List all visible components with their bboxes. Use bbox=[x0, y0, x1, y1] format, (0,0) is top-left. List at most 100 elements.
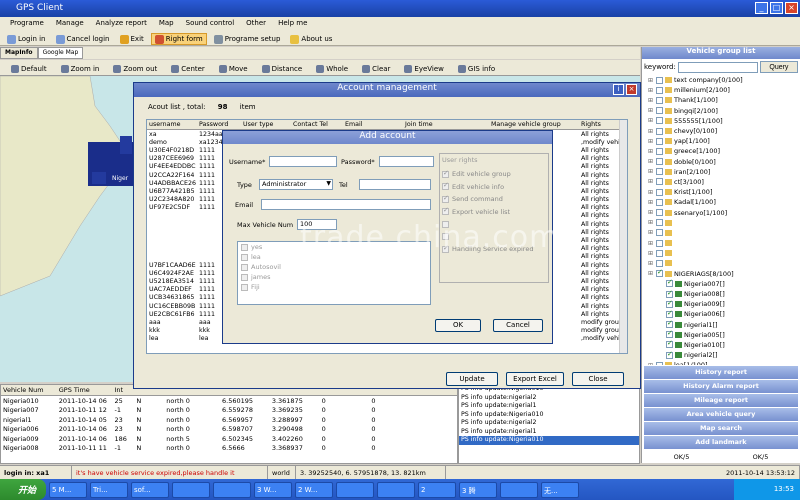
tree-checkbox[interactable] bbox=[656, 219, 663, 227]
menu-item-1[interactable]: Manage bbox=[56, 19, 84, 31]
maximize-icon[interactable]: □ bbox=[770, 2, 783, 14]
tree-checkbox[interactable] bbox=[666, 309, 673, 318]
tree-node[interactable]: ⊞ Thank[1/100] bbox=[648, 95, 800, 105]
type-select[interactable]: Administrator ▼ bbox=[259, 179, 333, 190]
side-button-5[interactable]: Add landmark bbox=[644, 436, 798, 449]
tree-checkbox[interactable] bbox=[666, 350, 673, 359]
vehicle-group-option[interactable]: Fiji bbox=[238, 282, 430, 292]
tree-checkbox[interactable] bbox=[656, 239, 663, 247]
tree-node[interactable]: nigerial1[] bbox=[648, 319, 800, 330]
taskbar-item[interactable]: sof... bbox=[131, 481, 169, 498]
tree-node[interactable]: ⊞ millenium[2/100] bbox=[648, 85, 800, 95]
log-line[interactable]: PS info update:nigerial1 bbox=[459, 402, 639, 411]
taskbar-item[interactable] bbox=[377, 481, 415, 498]
tree-checkbox[interactable] bbox=[656, 158, 663, 166]
taskbar-item[interactable]: 5 M... bbox=[49, 481, 87, 498]
column-header[interactable]: Rights bbox=[579, 121, 621, 128]
tree-node[interactable]: ⊞ text company[0/100] bbox=[648, 75, 800, 85]
column-header[interactable]: Email bbox=[343, 121, 403, 128]
taskbar-item[interactable]: 2 W... bbox=[295, 481, 333, 498]
menu-item-5[interactable]: Other bbox=[246, 19, 266, 31]
expand-icon[interactable]: ⊞ bbox=[648, 168, 654, 175]
menu-item-3[interactable]: Map bbox=[159, 19, 174, 31]
map-tool-3[interactable]: Center bbox=[168, 62, 208, 75]
log-line[interactable]: PS info update:nigerial1 bbox=[459, 428, 639, 437]
map-tool-8[interactable]: EyeView bbox=[401, 62, 446, 75]
tree-node[interactable]: ⊞ Kadal[1/100] bbox=[648, 197, 800, 207]
tree-checkbox[interactable] bbox=[656, 209, 663, 217]
map-tool-0[interactable]: Default bbox=[8, 62, 50, 75]
tree-node[interactable]: ⊞ bbox=[648, 218, 800, 228]
toolbar-button-4[interactable]: Programe setup bbox=[211, 33, 284, 45]
tree-checkbox[interactable] bbox=[656, 147, 663, 155]
tree-checkbox[interactable] bbox=[666, 329, 673, 339]
menu-item-2[interactable]: Analyze report bbox=[96, 19, 147, 31]
side-button-2[interactable]: Mileage report bbox=[644, 394, 798, 407]
column-header[interactable]: Password bbox=[197, 121, 241, 128]
expand-icon[interactable]: ⊞ bbox=[648, 270, 654, 277]
map-tool-6[interactable]: Whole bbox=[313, 62, 351, 75]
group-checkbox[interactable] bbox=[241, 283, 248, 291]
menu-item-4[interactable]: Sound control bbox=[186, 19, 235, 31]
tree-checkbox[interactable] bbox=[656, 198, 663, 206]
tree-checkbox[interactable] bbox=[656, 229, 663, 237]
table-row[interactable]: Nigeria010 2011-10-14 06 25 Nnorth 0 6.56019… bbox=[1, 396, 457, 406]
map-tool-5[interactable]: Distance bbox=[259, 62, 306, 75]
password-input[interactable] bbox=[379, 156, 434, 167]
tree-node[interactable]: ⊞ iran[2/100] bbox=[648, 167, 800, 177]
expand-icon[interactable]: ⊞ bbox=[648, 240, 654, 247]
tree-node[interactable]: ⊞ bbox=[648, 248, 800, 258]
help-icon[interactable]: i bbox=[613, 84, 624, 95]
tree-checkbox[interactable] bbox=[666, 299, 673, 308]
expand-icon[interactable]: ⊞ bbox=[648, 219, 654, 226]
column-header[interactable]: Manage vehicle group bbox=[489, 121, 579, 128]
tree-checkbox[interactable] bbox=[656, 178, 663, 186]
ok-button[interactable]: OK bbox=[435, 319, 481, 332]
expand-icon[interactable]: ⊞ bbox=[648, 117, 654, 124]
table-row[interactable]: Nigeria007 2011-10-11 12 -1 Nnorth 0 6.55927… bbox=[1, 406, 457, 416]
expand-icon[interactable]: ⊞ bbox=[648, 250, 654, 257]
taskbar-item[interactable] bbox=[172, 481, 210, 498]
column-header[interactable]: username bbox=[147, 121, 197, 128]
tree-node[interactable]: ⊞ ct[3/100] bbox=[648, 177, 800, 187]
tree-node[interactable]: ⊞ bbox=[648, 258, 800, 268]
toolbar-button-3[interactable]: Right form bbox=[150, 33, 207, 45]
expand-icon[interactable]: ⊞ bbox=[648, 209, 654, 216]
tree-node[interactable]: ⊞ Krist[1/100] bbox=[648, 187, 800, 197]
column-header[interactable]: User type bbox=[241, 121, 291, 128]
log-line[interactable]: PS info update:nigerial2 bbox=[459, 394, 639, 403]
tab-map-0[interactable]: MapInfo bbox=[0, 47, 38, 59]
tree-node[interactable]: ⊞ yap[1/100] bbox=[648, 136, 800, 146]
right-checkbox[interactable] bbox=[442, 181, 449, 191]
tree-checkbox[interactable] bbox=[656, 117, 663, 125]
map-tool-1[interactable]: Zoom in bbox=[58, 62, 103, 75]
side-button-0[interactable]: History report bbox=[644, 366, 798, 379]
tree-checkbox[interactable] bbox=[656, 259, 663, 267]
tree-node[interactable]: ⊞ lea[1/100] bbox=[648, 360, 800, 365]
taskbar-item[interactable]: 无... bbox=[541, 481, 579, 498]
table-row[interactable]: nigerial1 2011-10-14 05 23 Nnorth 0 6.569957… bbox=[1, 415, 457, 425]
menu-item-6[interactable]: Help me bbox=[278, 19, 307, 31]
vehicle-group-option[interactable]: james bbox=[238, 272, 430, 282]
close-icon[interactable]: × bbox=[626, 84, 637, 95]
expand-icon[interactable]: ⊞ bbox=[648, 362, 654, 365]
account-table-scrollbar[interactable] bbox=[619, 120, 627, 353]
tree-checkbox[interactable] bbox=[656, 268, 663, 278]
group-checkbox[interactable] bbox=[241, 253, 248, 261]
tree-node[interactable]: Nigeria005[] bbox=[648, 329, 800, 340]
start-button[interactable]: 开始 bbox=[0, 479, 46, 500]
expand-icon[interactable]: ⊞ bbox=[648, 107, 654, 114]
tree-checkbox[interactable] bbox=[666, 289, 673, 298]
expand-icon[interactable]: ⊞ bbox=[648, 178, 654, 185]
table-row[interactable]: Nigeria008 2011-10-11 11 -1 Nnorth 0 6.5666 3… bbox=[1, 444, 457, 454]
tree-checkbox[interactable] bbox=[656, 96, 663, 104]
tree-checkbox[interactable] bbox=[666, 278, 673, 288]
tree-node[interactable]: Nigeria009[] bbox=[648, 299, 800, 309]
expand-icon[interactable]: ⊞ bbox=[648, 138, 654, 145]
map-tool-9[interactable]: GIS info bbox=[455, 62, 498, 75]
tree-node[interactable]: ⊞ 555555[1/100] bbox=[648, 116, 800, 126]
expand-icon[interactable]: ⊞ bbox=[648, 229, 654, 236]
tree-node[interactable]: ⊞ bbox=[648, 228, 800, 238]
table-row[interactable]: Nigeria006 2011-10-14 06 23 Nnorth 0 6.59870… bbox=[1, 425, 457, 435]
taskbar-item[interactable]: 2 bbox=[418, 481, 456, 498]
